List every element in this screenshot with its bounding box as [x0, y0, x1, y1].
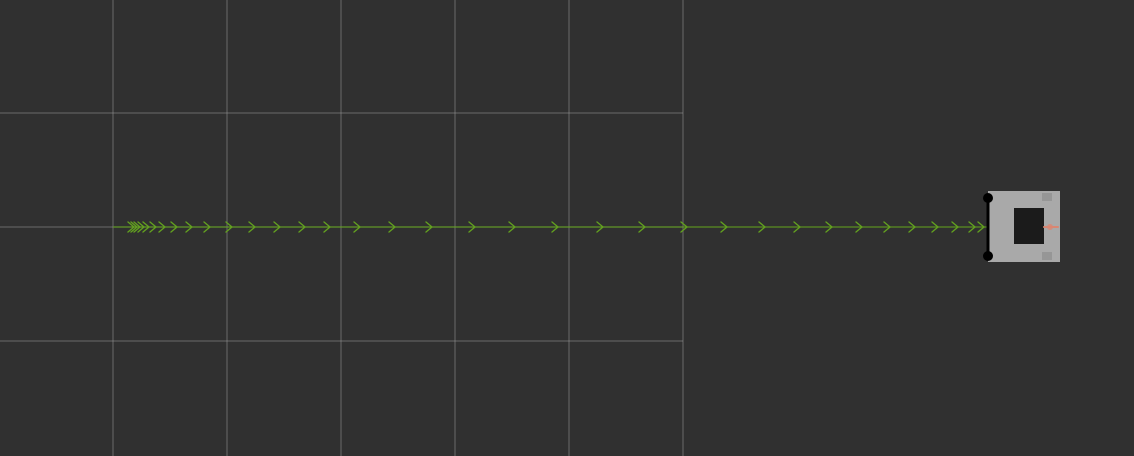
- robot-model[interactable]: [983, 191, 1060, 262]
- ground-grid: [0, 0, 684, 456]
- robot-wheel: [983, 251, 993, 261]
- planned-path: [113, 221, 990, 233]
- robot-corner-marker: [1042, 193, 1052, 201]
- 3d-viewport[interactable]: [0, 0, 1134, 456]
- robot-corner-marker: [1042, 252, 1052, 260]
- robot-cabin: [1014, 208, 1044, 244]
- robot-wheel: [983, 193, 993, 203]
- heading-marker-dot: [1047, 224, 1053, 230]
- scene-canvas[interactable]: [0, 0, 1134, 456]
